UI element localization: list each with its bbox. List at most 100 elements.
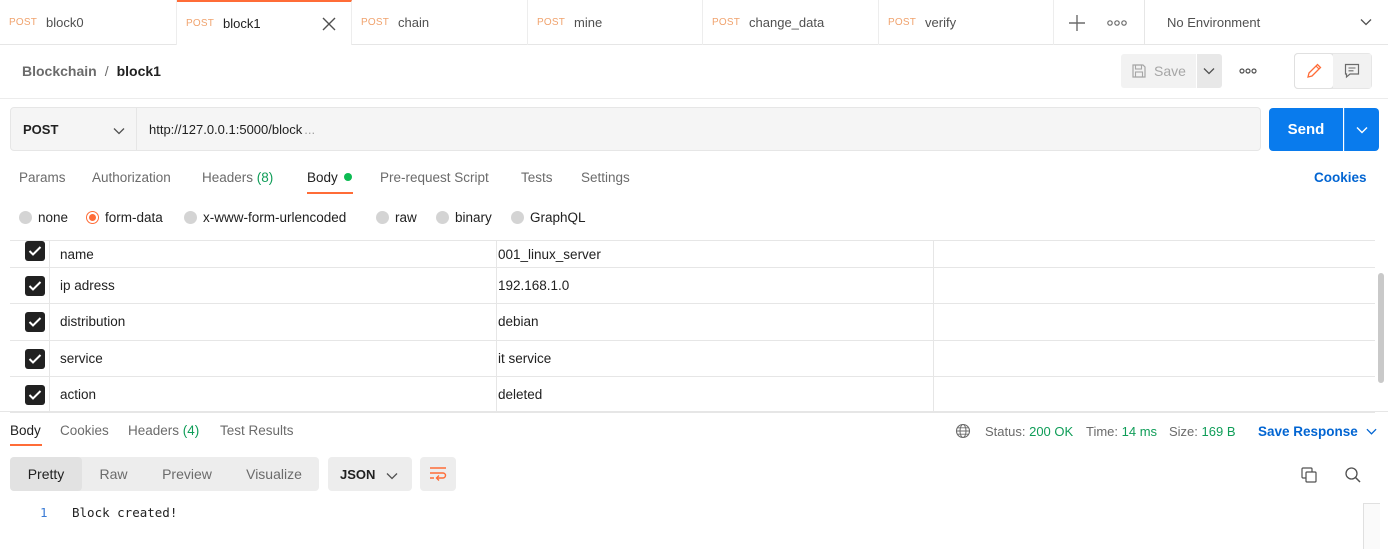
breadcrumb-collection[interactable]: Blockchain: [22, 63, 97, 79]
tab-authorization[interactable]: Authorization: [92, 170, 171, 185]
view-label: Preview: [162, 466, 212, 482]
edit-mode-button[interactable]: [1295, 54, 1333, 88]
breadcrumb-request[interactable]: block1: [117, 63, 161, 79]
copy-icon[interactable]: [1300, 466, 1318, 484]
value-text: deleted: [498, 387, 543, 403]
row-checkbox[interactable]: [25, 241, 45, 261]
row-checkbox[interactable]: [25, 384, 45, 405]
key-cell[interactable]: ip adress: [60, 268, 497, 304]
value-cell[interactable]: deleted: [498, 376, 934, 413]
response-body-text[interactable]: Block created!: [72, 505, 177, 520]
value-cell[interactable]: 192.168.1.0: [498, 268, 934, 304]
tab-label: change_data: [749, 15, 825, 30]
tab-headers[interactable]: Headers (8): [202, 170, 273, 185]
tab-prerequest-script[interactable]: Pre-request Script: [380, 170, 489, 185]
tab-chain[interactable]: POST chain: [352, 0, 528, 45]
radio-urlencoded[interactable]: x-www-form-urlencoded: [184, 210, 346, 225]
tab-block0[interactable]: POST block0: [0, 0, 177, 45]
divider: [0, 98, 1388, 99]
tab-label: Authorization: [92, 170, 171, 185]
response-tab-test-results[interactable]: Test Results: [220, 423, 294, 438]
time-label: Time:: [1086, 424, 1119, 439]
tab-label: Params: [19, 170, 66, 185]
scrollbar-thumb[interactable]: [1378, 273, 1384, 383]
send-dropdown-button[interactable]: [1344, 108, 1379, 151]
method-select[interactable]: POST: [10, 107, 137, 151]
time-value: 14 ms: [1121, 424, 1158, 439]
headers-count: (8): [256, 170, 274, 185]
tab-label: Cookies: [60, 423, 109, 438]
tab-block1[interactable]: POST block1: [177, 0, 352, 45]
checkmark-icon: [28, 390, 42, 400]
key-text: name: [60, 246, 94, 262]
table-row: action deleted: [10, 376, 1375, 414]
pencil-icon: [1307, 63, 1322, 78]
response-tab-headers[interactable]: Headers (4): [128, 423, 199, 438]
radio-form-data[interactable]: form-data: [86, 210, 163, 225]
more-icon[interactable]: [1236, 62, 1260, 80]
row-checkbox[interactable]: [25, 312, 45, 333]
key-cell[interactable]: service: [60, 340, 497, 376]
close-icon[interactable]: [321, 16, 337, 32]
cookies-link[interactable]: Cookies: [1314, 170, 1367, 185]
radio-dot: [376, 211, 389, 224]
row-checkbox[interactable]: [25, 348, 45, 369]
url-input[interactable]: http://127.0.0.1:5000/block...: [137, 107, 1261, 151]
value-text: it service: [498, 350, 552, 366]
tab-mine[interactable]: POST mine: [528, 0, 703, 45]
tab-body[interactable]: Body: [307, 170, 352, 185]
visualize-button[interactable]: Visualize: [229, 457, 319, 491]
radio-raw[interactable]: raw: [376, 210, 417, 225]
time-readout[interactable]: Time: 14 ms: [1086, 424, 1157, 439]
tab-label: Test Results: [220, 423, 294, 438]
tab-verify[interactable]: POST verify: [879, 0, 1054, 45]
more-icon[interactable]: [1105, 12, 1129, 34]
key-cell[interactable]: action: [60, 376, 497, 413]
send-button[interactable]: Send: [1269, 108, 1343, 151]
headers-count: (4): [182, 423, 200, 438]
save-dropdown-button[interactable]: [1197, 54, 1222, 88]
size-readout[interactable]: Size: 169 B: [1169, 424, 1236, 439]
key-cell[interactable]: name: [60, 241, 497, 267]
response-divider[interactable]: [0, 411, 1388, 412]
search-icon[interactable]: [1344, 466, 1362, 484]
chevron-down-icon: [1360, 19, 1372, 26]
tab-label: chain: [398, 15, 430, 30]
globe-icon[interactable]: [955, 423, 971, 439]
tab-settings[interactable]: Settings: [581, 170, 630, 185]
value-cell[interactable]: it service: [498, 340, 934, 376]
save-button[interactable]: Save: [1121, 54, 1196, 88]
environment-selector[interactable]: No Environment: [1144, 0, 1388, 45]
key-text: ip adress: [60, 278, 115, 294]
response-tab-body[interactable]: Body: [10, 423, 41, 438]
checkmark-icon: [28, 317, 42, 328]
save-response-button[interactable]: Save Response: [1258, 424, 1377, 439]
pretty-button[interactable]: Pretty: [10, 457, 82, 491]
format-select[interactable]: JSON: [328, 457, 412, 491]
chevron-down-icon: [1356, 127, 1368, 134]
radio-graphql[interactable]: GraphQL: [511, 210, 586, 225]
tab-tests[interactable]: Tests: [521, 170, 553, 185]
raw-button[interactable]: Raw: [82, 457, 145, 491]
body-indicator-dot: [343, 173, 352, 181]
row-checkbox[interactable]: [25, 276, 45, 296]
response-scrollbar[interactable]: [1363, 503, 1380, 549]
preview-button[interactable]: Preview: [145, 457, 229, 491]
tab-label: Pre-request Script: [380, 170, 489, 185]
value-cell[interactable]: debian: [498, 304, 934, 340]
radio-label: none: [38, 210, 69, 225]
key-cell[interactable]: distribution: [60, 304, 497, 340]
status-readout[interactable]: Status: 200 OK: [985, 424, 1073, 439]
response-tab-cookies[interactable]: Cookies: [60, 423, 109, 438]
wrap-lines-button[interactable]: [420, 457, 456, 491]
radio-binary[interactable]: binary: [436, 210, 492, 225]
comments-mode-button[interactable]: [1333, 54, 1371, 88]
plus-icon[interactable]: [1066, 12, 1088, 34]
value-cell[interactable]: 001_linux_server: [498, 241, 934, 267]
radio-none[interactable]: none: [19, 210, 68, 225]
tab-change-data[interactable]: POST change_data: [703, 0, 879, 45]
tab-params[interactable]: Params: [19, 170, 66, 185]
vertical-scrollbar[interactable]: [1377, 243, 1385, 411]
checkbox-cell: [10, 340, 50, 376]
tab-method: POST: [9, 17, 38, 28]
